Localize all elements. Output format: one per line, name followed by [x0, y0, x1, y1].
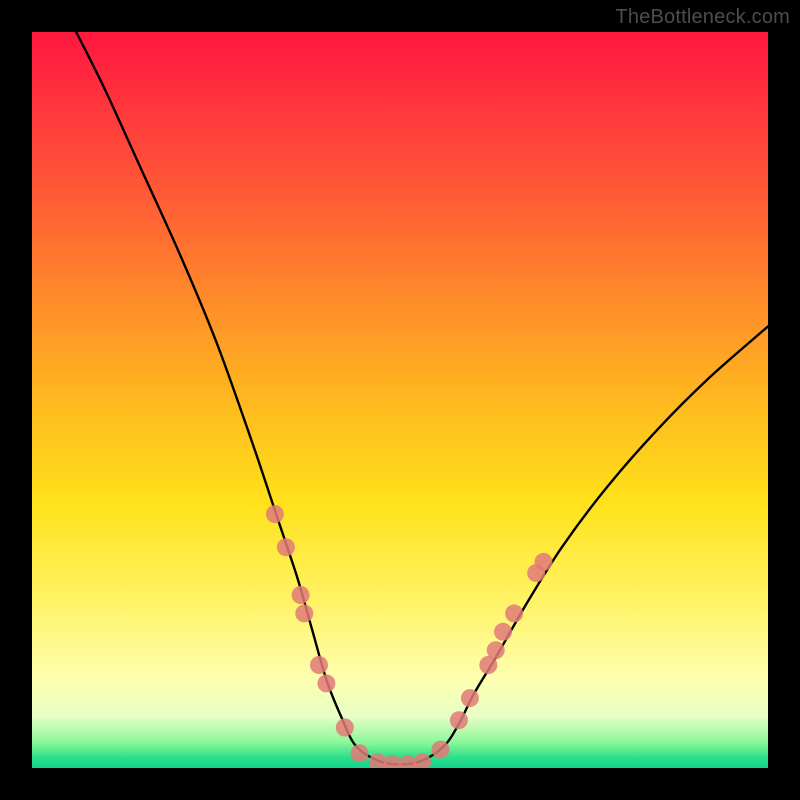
marker-dot — [336, 719, 354, 737]
marker-dot — [295, 604, 313, 622]
marker-dot — [310, 656, 328, 674]
plot-area — [32, 32, 768, 768]
marker-dot — [461, 689, 479, 707]
marker-dot — [432, 741, 450, 759]
marker-dot — [413, 753, 431, 768]
marker-dot — [450, 711, 468, 729]
marker-dot — [277, 538, 295, 556]
marker-dot — [351, 744, 369, 762]
marker-dot — [317, 674, 335, 692]
marker-dot — [487, 641, 505, 659]
chart-frame: TheBottleneck.com — [0, 0, 800, 800]
watermark-text: TheBottleneck.com — [615, 6, 790, 29]
curve-layer — [32, 32, 768, 768]
marker-dot — [535, 553, 553, 571]
marker-dot — [494, 623, 512, 641]
marker-dot — [505, 604, 523, 622]
bottleneck-curve — [76, 32, 768, 764]
marker-dot — [292, 586, 310, 604]
highlight-markers — [266, 505, 553, 768]
marker-dot — [266, 505, 284, 523]
